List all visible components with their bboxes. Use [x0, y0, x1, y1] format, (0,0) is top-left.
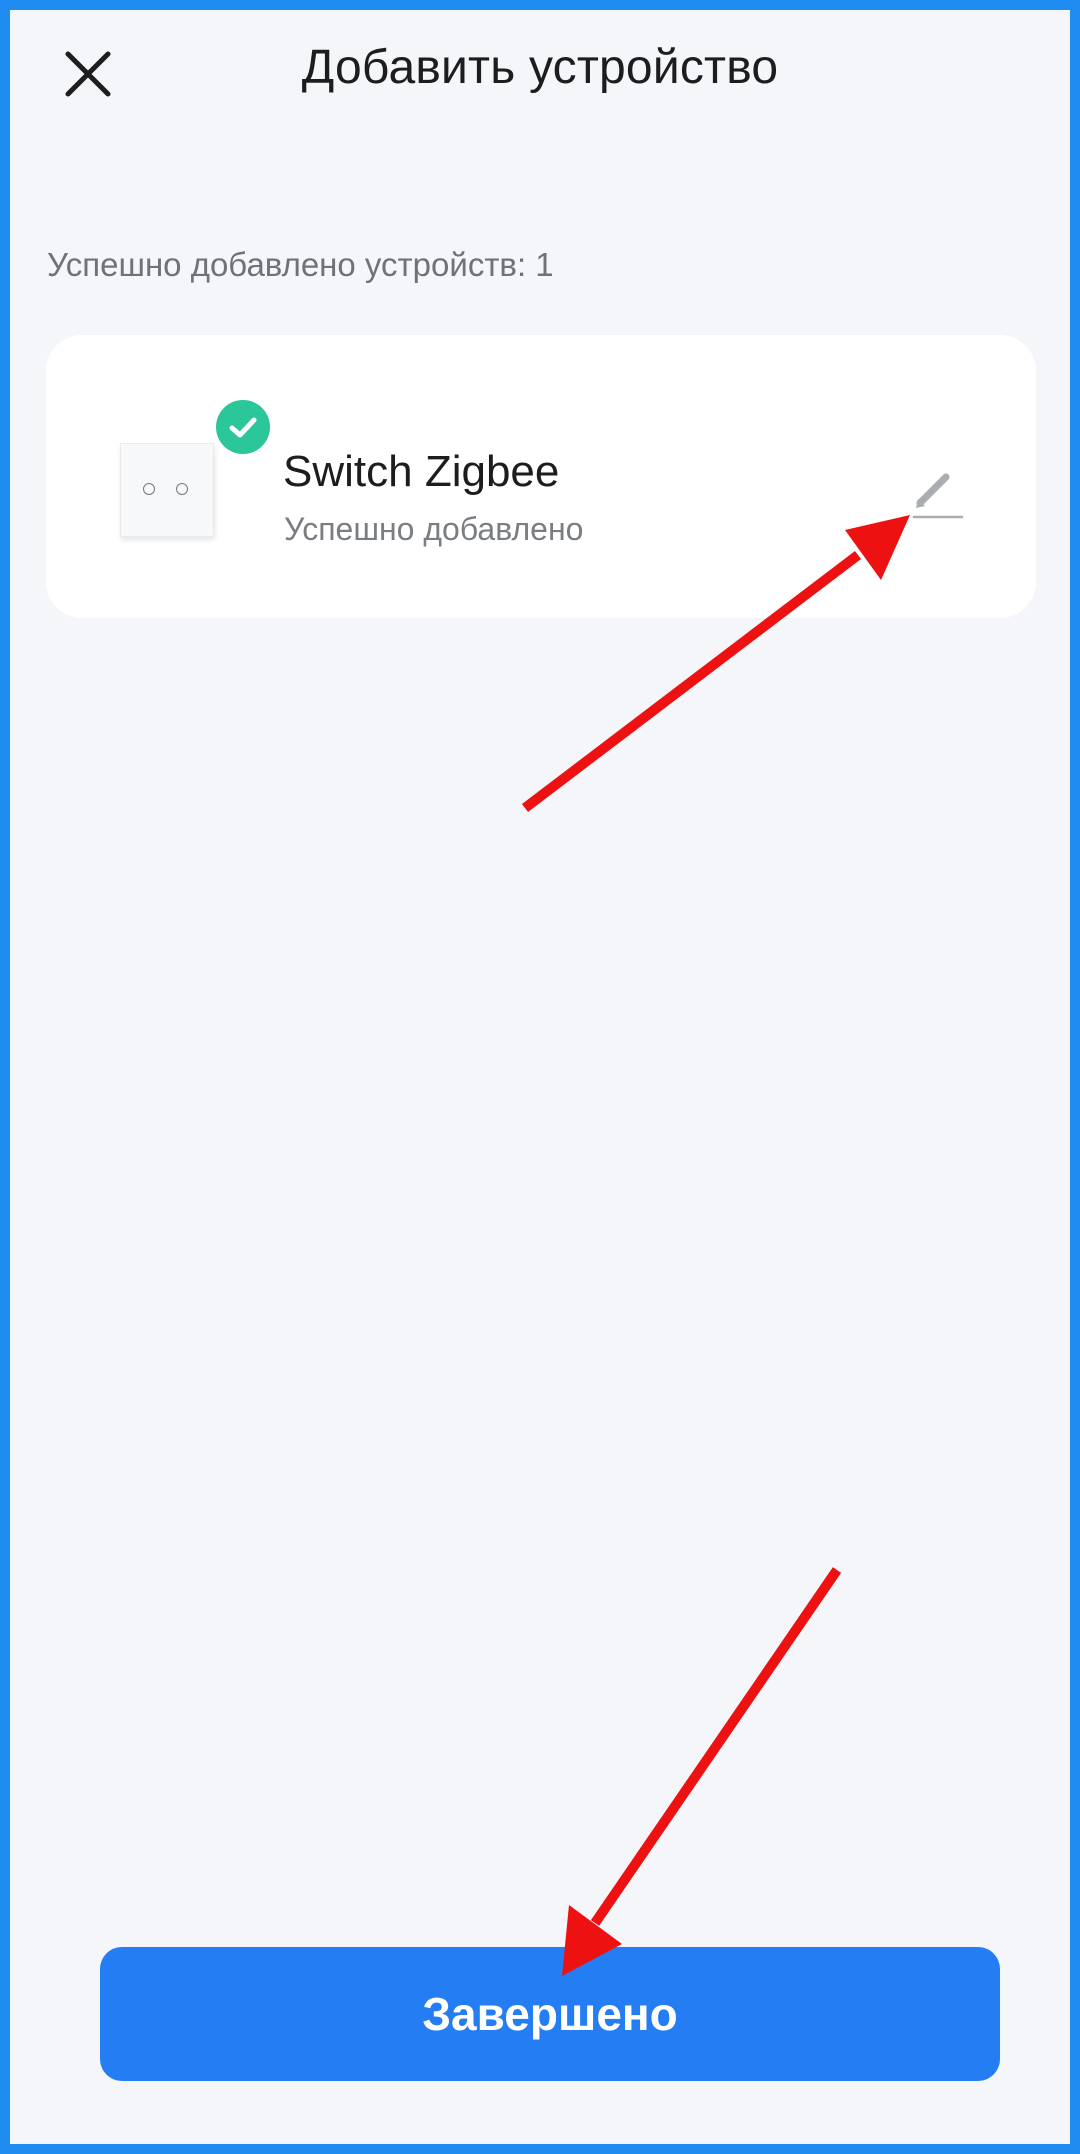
- header: Добавить устройство: [10, 10, 1070, 130]
- switch-button-left: [143, 483, 155, 495]
- app-screen: Добавить устройство Успешно добавлено ус…: [0, 0, 1080, 2154]
- added-devices-summary: Успешно добавлено устройств: 1: [47, 246, 554, 283]
- switch-button-right: [176, 483, 188, 495]
- check-circle-icon: [216, 400, 270, 454]
- page-title: Добавить устройство: [301, 41, 779, 94]
- device-status: Успешно добавлено: [284, 511, 584, 547]
- edit-device-name-button[interactable]: [906, 465, 966, 525]
- arrow-to-done-button: [562, 1567, 842, 1976]
- device-card[interactable]: Switch Zigbee Успешно добавлено: [46, 335, 1036, 618]
- annotation-overlay: [521, 515, 910, 1976]
- done-button[interactable]: Завершено: [100, 1947, 1000, 2081]
- edit-pencil-icon: [912, 473, 964, 519]
- device-name: Switch Zigbee: [283, 447, 560, 496]
- device-image: [120, 443, 214, 537]
